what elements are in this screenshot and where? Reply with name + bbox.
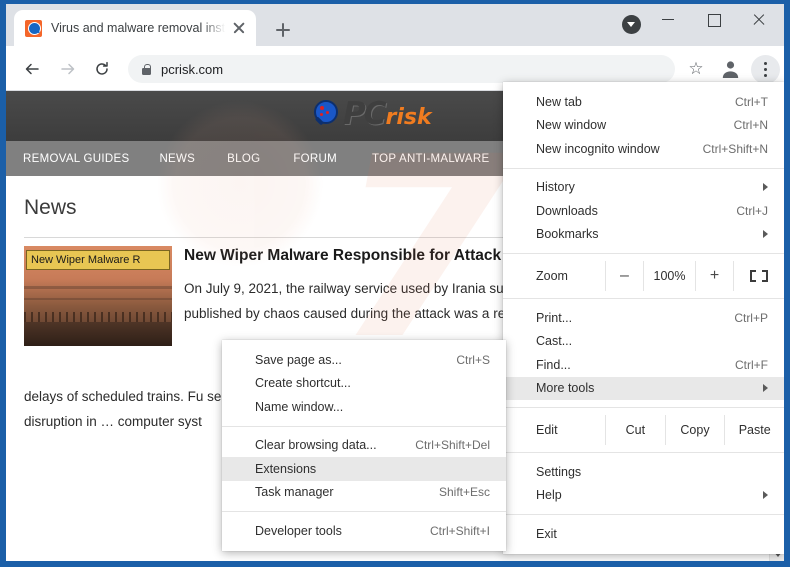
menu-separator xyxy=(222,426,506,427)
cut-button[interactable]: Cut xyxy=(605,415,665,445)
browser-frame: Virus and malware removal instru pcrisk.… xyxy=(6,4,784,561)
menu-item-extensions[interactable]: Extensions xyxy=(222,457,506,481)
zoom-level-value: 100% xyxy=(643,261,695,291)
close-icon[interactable] xyxy=(737,4,782,34)
plus-icon[interactable] xyxy=(269,16,297,44)
arrow-left-icon[interactable] xyxy=(18,55,46,83)
menu-item-name-window[interactable]: Name window... xyxy=(222,395,506,419)
menu-item-history[interactable]: History xyxy=(503,176,784,200)
menu-item-bookmarks[interactable]: Bookmarks xyxy=(503,223,784,247)
chevron-right-icon xyxy=(763,230,768,238)
browser-window: Virus and malware removal instru pcrisk.… xyxy=(0,0,790,567)
menu-separator xyxy=(503,253,784,254)
menu-separator xyxy=(503,298,784,299)
menu-item-exit[interactable]: Exit xyxy=(503,522,784,546)
close-icon[interactable] xyxy=(227,16,251,40)
article-headline[interactable]: New Wiper Malware Responsible for Attack… xyxy=(184,247,524,265)
more-tools-submenu: Save page as... Ctrl+S Create shortcut..… xyxy=(222,340,506,551)
edit-label: Edit xyxy=(503,415,605,445)
chevron-down-circle-icon[interactable] xyxy=(622,15,641,34)
thumbnail-ground xyxy=(24,322,172,346)
copy-button[interactable]: Copy xyxy=(665,415,725,445)
menu-separator xyxy=(222,511,506,512)
star-outline-icon[interactable]: ☆ xyxy=(682,55,710,83)
minimize-icon[interactable] xyxy=(647,4,692,34)
lock-icon xyxy=(142,64,151,75)
tab-title: Virus and malware removal instru xyxy=(51,21,227,35)
magnifier-icon xyxy=(311,99,341,129)
nav-item-removal-guides[interactable]: REMOVAL GUIDES xyxy=(23,153,129,165)
zoom-label: Zoom xyxy=(503,261,605,291)
menu-separator xyxy=(503,514,784,515)
menu-item-developer-tools[interactable]: Developer tools Ctrl+Shift+I xyxy=(222,519,506,543)
chevron-right-icon xyxy=(763,183,768,191)
nav-item-blog[interactable]: BLOG xyxy=(227,153,260,165)
menu-item-more-tools[interactable]: More tools xyxy=(503,377,784,401)
menu-item-find[interactable]: Find... Ctrl+F xyxy=(503,353,784,377)
logo-pc-text: PC xyxy=(343,96,384,132)
menu-item-cast[interactable]: Cast... xyxy=(503,330,784,354)
reload-icon[interactable] xyxy=(88,55,116,83)
menu-separator xyxy=(503,452,784,453)
three-dot-menu-icon[interactable] xyxy=(751,55,780,84)
menu-item-clear-browsing-data[interactable]: Clear browsing data... Ctrl+Shift+Del xyxy=(222,434,506,458)
menu-item-help[interactable]: Help xyxy=(503,484,784,508)
menu-row-edit: Edit Cut Copy Paste xyxy=(503,415,784,445)
chevron-right-icon xyxy=(763,384,768,392)
pcrisk-magnifier-icon xyxy=(25,20,42,37)
article-thumbnail[interactable]: New Wiper Malware R xyxy=(24,246,172,346)
chevron-right-icon xyxy=(763,491,768,499)
zoom-out-button[interactable]: – xyxy=(605,261,643,291)
person-avatar-icon[interactable] xyxy=(716,55,744,83)
maximize-icon[interactable] xyxy=(692,4,737,34)
search-input[interactable]: pcrisk.com xyxy=(128,55,675,83)
menu-separator xyxy=(503,168,784,169)
page-title: News xyxy=(24,196,77,220)
menu-item-new-tab[interactable]: New tab Ctrl+T xyxy=(503,90,784,114)
browser-tab[interactable]: Virus and malware removal instru xyxy=(14,10,256,46)
menu-item-downloads[interactable]: Downloads Ctrl+J xyxy=(503,199,784,223)
arrow-right-icon xyxy=(54,55,82,83)
tab-strip: Virus and malware removal instru xyxy=(6,4,784,46)
omnibox-url: pcrisk.com xyxy=(161,62,223,77)
nav-item-top-anti-malware[interactable]: TOP ANTI-MALWARE xyxy=(372,153,489,165)
menu-item-task-manager[interactable]: Task manager Shift+Esc xyxy=(222,481,506,505)
nav-item-forum[interactable]: FORUM xyxy=(293,153,337,165)
menu-item-new-window[interactable]: New window Ctrl+N xyxy=(503,114,784,138)
chrome-main-menu: New tab Ctrl+T New window Ctrl+N New inc… xyxy=(503,82,784,554)
menu-item-settings[interactable]: Settings xyxy=(503,460,784,484)
paste-button[interactable]: Paste xyxy=(724,415,784,445)
menu-item-new-incognito-window[interactable]: New incognito window Ctrl+Shift+N xyxy=(503,137,784,161)
pcrisk-logo[interactable]: PC risk xyxy=(311,96,432,132)
menu-item-print[interactable]: Print... Ctrl+P xyxy=(503,306,784,330)
menu-separator xyxy=(503,407,784,408)
thumbnail-caption: New Wiper Malware R xyxy=(26,250,170,270)
menu-item-create-shortcut[interactable]: Create shortcut... xyxy=(222,372,506,396)
logo-risk-text: risk xyxy=(385,105,431,130)
menu-item-save-page-as[interactable]: Save page as... Ctrl+S xyxy=(222,348,506,372)
nav-item-news[interactable]: NEWS xyxy=(159,153,195,165)
menu-row-zoom: Zoom – 100% + xyxy=(503,261,784,291)
zoom-in-button[interactable]: + xyxy=(695,261,733,291)
fullscreen-icon[interactable] xyxy=(733,261,784,291)
